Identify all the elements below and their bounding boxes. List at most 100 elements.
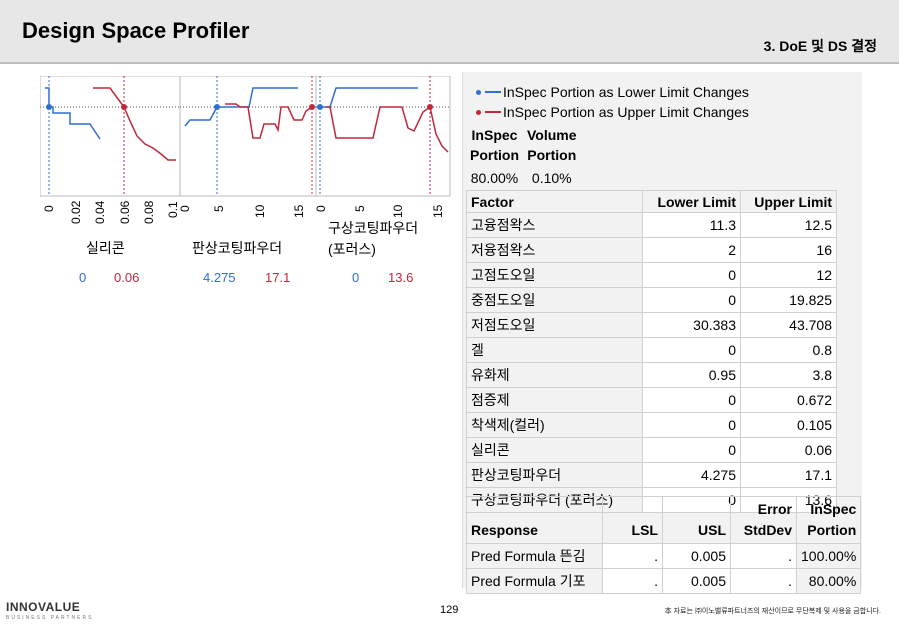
tick-label: 10 (391, 204, 405, 218)
legend-line-icon (485, 91, 501, 93)
legend-item-lower: InSpec Portion as Lower Limit Changes (476, 82, 749, 102)
tick-label: 0.06 (118, 200, 132, 224)
factor-name-cell: 중점도오일 (466, 287, 643, 313)
table-row: 유화제 0.95 3.8 (466, 362, 837, 388)
profiler-panel-plate-powder[interactable]: 0 5 10 15 (178, 76, 317, 218)
upper-limit-cell[interactable]: 0.06 (740, 437, 837, 463)
tick-label: 15 (292, 204, 306, 218)
lower-limit-point (214, 104, 220, 110)
page-number: 129 (440, 604, 459, 616)
lower-limit-cell[interactable]: 11.3 (642, 212, 741, 238)
col-header-factor: Factor (466, 190, 643, 213)
legend-line-icon (485, 111, 501, 113)
lower-limit-cell[interactable]: 0 (642, 437, 741, 463)
lower-limit-cell[interactable]: 30.383 (642, 312, 741, 338)
lower-limit-cell[interactable]: 0 (642, 262, 741, 288)
factor-limits-table: Factor Lower Limit Upper Limit 고융점왁스 11.3… (466, 190, 837, 513)
lower-limit-cell[interactable]: 4.275 (642, 462, 741, 488)
factor-label: 실리콘 (86, 240, 125, 256)
upper-limit-value[interactable]: 13.6 (388, 270, 413, 285)
factor-name-cell: 고점도오일 (466, 262, 643, 288)
lower-limit-value[interactable]: 4.275 (203, 270, 236, 285)
upper-limit-value[interactable]: 0.06 (114, 270, 139, 285)
lower-limit-cell[interactable]: 0 (642, 412, 741, 438)
inspec-volume-table: InSpec Portion Volume Portion 80.00% 0.10% (466, 123, 581, 189)
usl-cell[interactable]: 0.005 (662, 568, 731, 594)
table-row: 점증제 0 0.672 (466, 387, 837, 413)
upper-limit-cell[interactable]: 16 (740, 237, 837, 263)
inspec-portion-cell: 80.00% (795, 568, 862, 594)
error-stddev-cell[interactable]: . (730, 543, 797, 569)
response-table: Response LSL USL Error StdDev InSpec Porti… (466, 496, 862, 594)
factor-name-cell: 점증제 (466, 387, 643, 413)
volume-portion-value: 0.10% (531, 170, 572, 186)
table-row: 착색제(컬러) 0 0.105 (466, 412, 837, 438)
legend-label: InSpec Portion as Lower Limit Changes (503, 84, 749, 100)
tick-label: 0 (42, 205, 56, 212)
col-header-lower: Lower Limit (642, 190, 741, 213)
factor-name-cell: 저융점왁스 (466, 237, 643, 263)
col-header-inspec-portion: InSpec Portion (795, 496, 862, 544)
upper-limit-point (121, 104, 127, 110)
table-row: 저융점왁스 2 16 (466, 237, 837, 263)
error-stddev-cell[interactable]: . (730, 568, 797, 594)
factor-name-cell: 고융점왁스 (466, 212, 643, 238)
slide-header: Design Space Profiler 3. DoE 및 DS 결정 (0, 0, 899, 64)
company-logo: INNOVALUE BUSINESS PARTNERS (6, 600, 94, 621)
lower-limit-cell[interactable]: 0 (642, 387, 741, 413)
legend-item-upper: InSpec Portion as Upper Limit Changes (476, 102, 749, 122)
profiler-panel-spherical-powder[interactable]: 0 5 10 15 (314, 76, 451, 218)
profiler-plots: 0 0.02 0.04 0.06 0.08 0.1 0 5 10 15 0 5 … (40, 76, 451, 224)
x-axis-ticks: 0 5 10 15 (314, 204, 445, 218)
lower-limit-value[interactable]: 0 (352, 270, 359, 285)
usl-cell[interactable]: 0.005 (662, 543, 731, 569)
factor-label: 판상코팅파우더 (192, 240, 283, 256)
table-row: 실리콘 0 0.06 (466, 437, 837, 463)
tick-label: 5 (212, 205, 226, 212)
col-header-error-stddev: Error StdDev (730, 496, 797, 544)
legend-dot-icon (476, 89, 481, 95)
lsl-cell[interactable]: . (602, 568, 663, 594)
x-axis-ticks: 0 5 10 15 (178, 204, 306, 218)
col-header: Volume Portion (527, 127, 577, 163)
table-row: 고점도오일 0 12 (466, 262, 837, 288)
legend-label: InSpec Portion as Upper Limit Changes (503, 104, 749, 120)
upper-limit-cell[interactable]: 3.8 (740, 362, 837, 388)
upper-limit-cell[interactable]: 0.8 (740, 337, 837, 363)
section-label: 3. DoE 및 DS 결정 (763, 38, 877, 54)
col-header-lsl: LSL (602, 496, 663, 544)
profiler-panel-silicone[interactable]: 0 0.02 0.04 0.06 0.08 0.1 (40, 76, 181, 224)
tick-label: 0.08 (142, 200, 156, 224)
lower-limit-value[interactable]: 0 (79, 270, 86, 285)
upper-limit-point (309, 104, 315, 110)
panel-frame (40, 76, 181, 197)
x-axis-ticks: 0 0.02 0.04 0.06 0.08 0.1 (42, 200, 180, 224)
factor-name-cell: 실리콘 (466, 437, 643, 463)
upper-limit-cell[interactable]: 19.825 (740, 287, 837, 313)
upper-limit-cell[interactable]: 43.708 (740, 312, 837, 338)
lower-limit-cell[interactable]: 0.95 (642, 362, 741, 388)
table-row: Pred Formula 기포. 0.005. 80.00% (466, 568, 862, 594)
factor-name-cell: 판상코팅파우더 (466, 462, 643, 488)
table-row: 저점도오일 30.383 43.708 (466, 312, 837, 338)
upper-limit-value[interactable]: 17.1 (265, 270, 290, 285)
tick-label: 10 (253, 204, 267, 218)
table-row: 고융점왁스 11.3 12.5 (466, 212, 837, 238)
tick-label: 0 (178, 205, 192, 212)
factor-name-cell: 저점도오일 (466, 312, 643, 338)
factor-name-cell: 겔 (466, 337, 643, 363)
lsl-cell[interactable]: . (602, 543, 663, 569)
lower-limit-cell[interactable]: 0 (642, 287, 741, 313)
lower-limit-cell[interactable]: 2 (642, 237, 741, 263)
lower-limit-cell[interactable]: 0 (642, 337, 741, 363)
tick-label: 0.04 (93, 200, 107, 224)
col-header-response: Response (466, 496, 603, 544)
upper-limit-cell[interactable]: 17.1 (740, 462, 837, 488)
upper-limit-cell[interactable]: 0.672 (740, 387, 837, 413)
factor-label: 구상코팅파우더 (328, 220, 419, 236)
upper-limit-cell[interactable]: 12 (740, 262, 837, 288)
upper-limit-cell[interactable]: 0.105 (740, 412, 837, 438)
lower-limit-point (317, 104, 323, 110)
table-row: Pred Formula 뜬김. 0.005. 100.00% (466, 543, 862, 569)
upper-limit-cell[interactable]: 12.5 (740, 212, 837, 238)
